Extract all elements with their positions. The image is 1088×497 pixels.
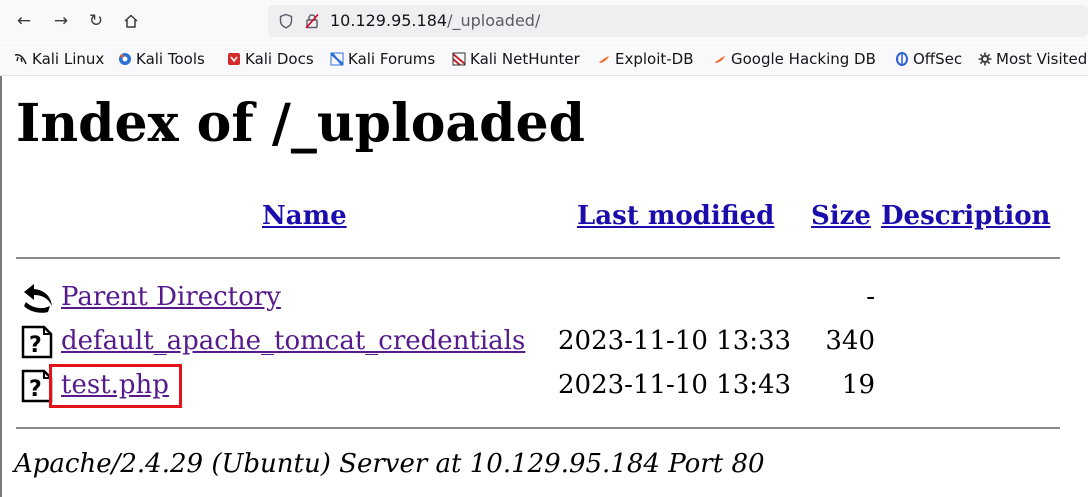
file-date: 2023-11-10 13:33 — [558, 326, 792, 356]
bookmark-most-visited[interactable]: Most Visited — [978, 50, 1087, 68]
file-size: - — [866, 282, 875, 312]
bookmark-kali-nethunter[interactable]: Kali NetHunter — [452, 50, 580, 68]
gear-icon — [978, 52, 992, 66]
bookmark-kali-tools[interactable]: Kali Tools — [118, 50, 205, 68]
column-header-label: Size — [811, 201, 871, 231]
column-header-last-modified[interactable]: Last modified — [577, 198, 774, 234]
insecure-lock-icon[interactable] — [304, 13, 320, 29]
bookmark-label: Most Visited — [996, 50, 1088, 68]
file-date: 2023-11-10 13:43 — [558, 370, 792, 400]
unknown-file-icon: ? — [20, 325, 54, 359]
url-path: /_uploaded/ — [447, 11, 541, 30]
bookmark-offsec[interactable]: OffSec — [895, 50, 962, 68]
browser-navbar: ← → ↻ 10.129.95.184/_uploaded/ — [0, 0, 1088, 42]
kali-docs-icon — [227, 52, 241, 66]
file-size: 19 — [841, 370, 875, 400]
bookmark-label: Kali NetHunter — [470, 50, 580, 68]
back-arrow-icon[interactable]: ← — [11, 8, 37, 34]
column-header-label: Description — [881, 201, 1051, 231]
back-arrow-icon — [20, 280, 54, 314]
file-link[interactable]: Parent Directory — [61, 279, 281, 315]
divider — [16, 427, 1060, 429]
kali-tools-icon — [118, 52, 132, 66]
ghdb-icon — [713, 52, 727, 66]
exploit-db-icon — [597, 52, 611, 66]
column-header-size[interactable]: Size — [811, 198, 871, 234]
url-text[interactable]: 10.129.95.184/_uploaded/ — [330, 11, 540, 30]
column-header-label: Name — [262, 201, 347, 231]
bookmark-label: Google Hacking DB — [731, 50, 876, 68]
forward-arrow-icon[interactable]: → — [48, 8, 74, 34]
file-size: 340 — [825, 326, 875, 356]
window-edge — [0, 76, 2, 497]
column-header-label: Last modified — [577, 201, 775, 231]
url-host: 10.129.95.184 — [330, 11, 448, 30]
column-header-name[interactable]: Name — [262, 198, 347, 234]
bookmark-label: OffSec — [913, 50, 963, 68]
bookmark-label: Kali Linux — [32, 50, 105, 68]
column-header-description[interactable]: Description — [881, 198, 1050, 234]
bookmark-google-hacking-db[interactable]: Google Hacking DB — [713, 50, 876, 68]
kali-dragon-icon — [14, 52, 28, 66]
bookmark-label: Kali Forums — [348, 50, 436, 68]
shield-icon[interactable] — [278, 13, 294, 29]
bookmark-label: Exploit-DB — [615, 50, 694, 68]
bookmark-kali-forums[interactable]: Kali Forums — [330, 50, 435, 68]
url-bar[interactable]: 10.129.95.184/_uploaded/ — [268, 5, 1088, 37]
file-link[interactable]: default_apache_tomcat_credentials — [61, 323, 525, 359]
bookmark-kali-docs[interactable]: Kali Docs — [227, 50, 314, 68]
server-signature: Apache/2.4.29 (Ubuntu) Server at 10.129.… — [14, 449, 765, 479]
page-title: Index of /_uploaded — [16, 93, 585, 154]
bookmarks-toolbar: Kali Linux Kali Tools Kali Docs Kali For… — [0, 43, 1088, 76]
home-icon[interactable] — [118, 8, 144, 34]
bookmark-label: Kali Tools — [136, 50, 205, 68]
offsec-icon — [895, 52, 909, 66]
divider — [16, 257, 1060, 259]
kali-nethunter-icon — [452, 52, 466, 66]
kali-forums-icon — [330, 52, 344, 66]
svg-text:?: ? — [29, 377, 42, 402]
bookmark-exploit-db[interactable]: Exploit-DB — [597, 50, 694, 68]
bookmark-label: Kali Docs — [245, 50, 314, 68]
bookmark-kali-linux[interactable]: Kali Linux — [14, 50, 104, 68]
reload-icon[interactable]: ↻ — [83, 8, 109, 34]
highlight-annotation-box — [49, 364, 182, 408]
svg-text:?: ? — [29, 333, 42, 358]
